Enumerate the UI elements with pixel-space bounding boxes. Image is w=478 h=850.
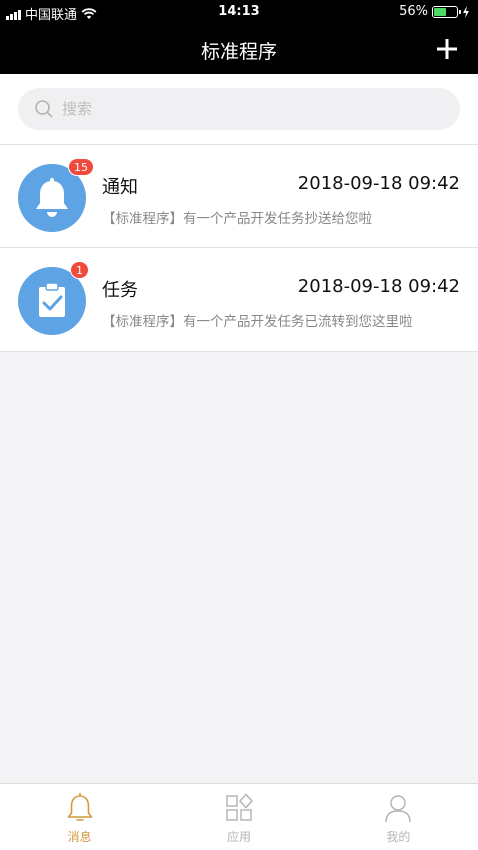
message-preview: 【标准程序】有一个产品开发任务抄送给您啦 [102, 211, 372, 227]
tab-apps[interactable]: 应用 [159, 784, 318, 850]
status-right: 56% [399, 4, 470, 19]
battery-fill [434, 7, 447, 16]
tab-messages[interactable]: 消息 [0, 784, 159, 850]
tab-bar: 消息 应用 我的 [0, 783, 478, 850]
search-icon [35, 100, 53, 118]
message-time: 2018-09-18 09:42 [297, 276, 460, 297]
list-item-task[interactable]: 1 任务 2018-09-18 09:42 【标准程序】有一个产品开发任务已流转… [0, 248, 478, 352]
message-preview: 【标准程序】有一个产品开发任务已流转到您这里啦 [102, 314, 413, 330]
bell-icon [67, 792, 92, 821]
battery-icon [432, 5, 461, 18]
search-area [0, 74, 478, 144]
task-avatar: 1 [18, 261, 89, 335]
message-list: 15 通知 2018-09-18 09:42 【标准程序】有一个产品开发任务抄送… [0, 144, 478, 352]
grid-icon [226, 793, 254, 821]
list-item-notification[interactable]: 15 通知 2018-09-18 09:42 【标准程序】有一个产品开发任务抄送… [0, 144, 478, 248]
tab-label: 应用 [226, 830, 251, 844]
battery-percent: 56% [399, 4, 428, 19]
unread-badge: 1 [70, 261, 89, 279]
status-bar: 中国联通 14:13 56% [0, 0, 478, 24]
search-input[interactable] [62, 94, 442, 124]
notification-avatar: 15 [18, 158, 94, 232]
nav-bar: 标准程序 [0, 24, 478, 74]
tab-profile[interactable]: 我的 [319, 784, 478, 850]
unread-badge: 15 [68, 158, 94, 176]
message-title: 通知 [102, 177, 138, 198]
add-button[interactable] [434, 36, 460, 62]
message-time: 2018-09-18 09:42 [297, 173, 460, 194]
message-title: 任务 [102, 280, 138, 301]
charging-icon [463, 5, 469, 18]
page-title: 标准程序 [200, 41, 277, 63]
user-icon [385, 795, 412, 823]
plus-icon [437, 39, 457, 59]
tab-label: 我的 [386, 830, 411, 844]
tab-label: 消息 [67, 830, 92, 844]
search-box[interactable] [18, 88, 460, 130]
